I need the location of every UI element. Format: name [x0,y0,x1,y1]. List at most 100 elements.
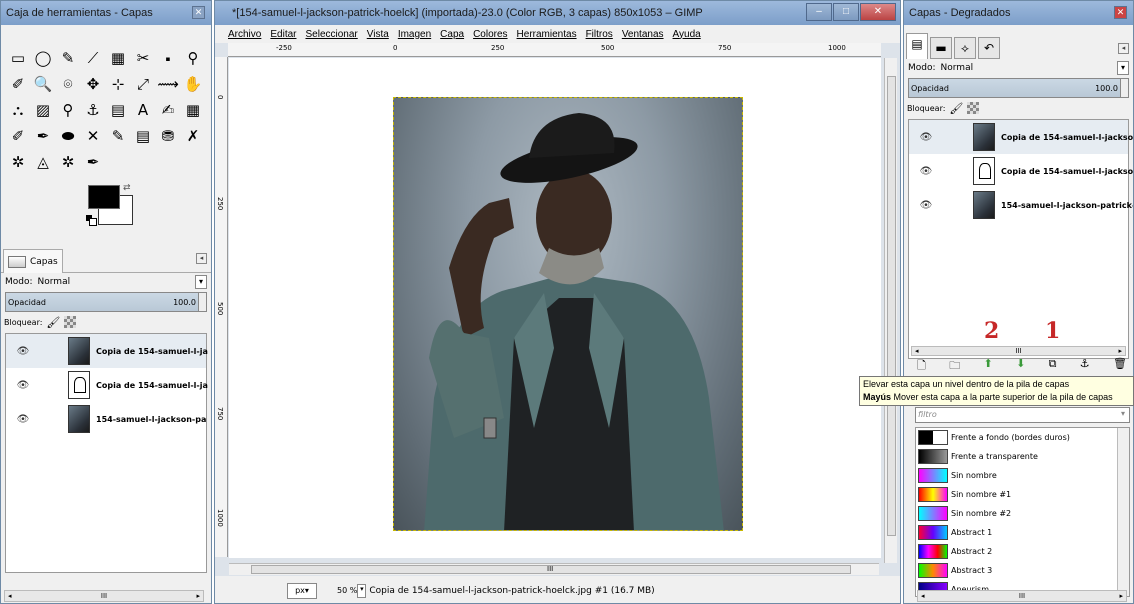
menu-filtros[interactable]: Filtros [586,29,613,40]
tab-capas[interactable]: Capas [3,249,63,273]
tool-icon[interactable]: ⚲ [57,99,79,121]
menu-imagen[interactable]: Imagen [398,29,431,40]
gradient-hscrollbar[interactable]: ◂ III ▸ [917,590,1127,602]
gradient-scrollbar[interactable] [1117,428,1129,596]
scrollbar-thumb[interactable] [887,76,896,536]
tab-channels-icon[interactable]: ▬ [930,37,952,59]
menu-editar[interactable]: Editar [270,29,296,40]
tool-icon[interactable]: ✒ [82,151,104,173]
gradient-filter-input[interactable]: filtro ▾ [915,407,1130,423]
tool-icon[interactable]: ✋ [182,73,204,95]
lock-alpha-icon[interactable] [64,316,77,328]
lock-alpha-icon[interactable] [967,102,980,114]
tool-icon[interactable]: ✐ [7,73,29,95]
gradient-item[interactable]: Abstract 2 [916,542,1129,561]
toolbox-close-button[interactable]: ✕ [192,6,205,19]
opacity-spinner[interactable] [198,293,206,311]
tool-icon[interactable]: ◯ [32,47,54,69]
new-layer-icon[interactable]: 🗋 [917,357,926,376]
layer-row[interactable]: 👁 Copia de 154-samuel-l-ja [6,368,208,402]
visibility-eye-icon[interactable]: 👁 [919,166,933,177]
new-group-icon[interactable]: 🗀 [949,357,960,376]
scroll-right-icon[interactable]: ▸ [1119,592,1123,600]
visibility-eye-icon[interactable]: 👁 [16,380,30,391]
tool-icon[interactable]: ⛬ [7,99,29,121]
swap-colors-icon[interactable]: ⇄ [123,183,131,193]
minimize-button[interactable]: – [806,3,832,21]
vertical-ruler[interactable]: 0 250 500 750 1000 [215,57,228,557]
tab-layers-icon[interactable]: ▤ [906,33,928,59]
layers-titlebar[interactable]: Capas - Degradados ✕ [904,1,1133,25]
close-button[interactable]: ✕ [860,3,896,21]
visibility-eye-icon[interactable]: 👁 [919,200,933,211]
foreground-color-swatch[interactable] [88,185,120,209]
tool-icon[interactable]: ⊹ [107,73,129,95]
tool-icon[interactable]: ⌾ [57,73,79,95]
tool-icon[interactable]: A [132,99,154,121]
toolbox-titlebar[interactable]: Caja de herramientas - Capas ✕ [1,1,211,25]
gradient-item[interactable]: Frente a transparente [916,447,1129,466]
mode-value[interactable]: Normal [941,63,974,73]
visibility-eye-icon[interactable]: 👁 [16,414,30,425]
tool-icon[interactable]: ⛃ [157,125,179,147]
menu-ventanas[interactable]: Ventanas [622,29,664,40]
zoom-value[interactable]: 50 % [337,586,357,595]
filter-dropdown-icon[interactable]: ▾ [1117,408,1129,422]
menu-archivo[interactable]: Archivo [228,29,261,40]
zoom-dropdown-icon[interactable]: ▾ [357,583,367,598]
layer-row[interactable]: 👁 154-samuel-l-jackson-pa [6,402,206,436]
tool-icon[interactable]: ▭ [7,47,29,69]
scroll-left-icon[interactable]: ◂ [921,592,925,600]
scroll-right-icon[interactable]: ▸ [196,592,200,600]
scroll-right-icon[interactable]: ▸ [1118,347,1122,355]
menu-seleccionar[interactable]: Seleccionar [305,29,357,40]
lower-layer-icon[interactable]: ⬇ [1016,357,1025,376]
tool-icon[interactable]: ▦ [107,47,129,69]
scroll-left-icon[interactable]: ◂ [915,347,919,355]
tool-icon[interactable]: ◬ [32,151,54,173]
menu-colores[interactable]: Colores [473,29,507,40]
layers-close-button[interactable]: ✕ [1114,6,1127,19]
tool-icon[interactable]: ▤ [107,99,129,121]
tool-icon[interactable]: ⟋ [82,47,104,69]
tool-icon[interactable]: ✂ [132,47,154,69]
tab-paths-icon[interactable]: ⟡ [954,37,976,59]
tool-icon[interactable]: ⟿ [157,73,179,95]
default-colors-icon[interactable] [86,215,97,226]
tool-icon[interactable]: ⬬ [57,125,79,147]
tool-icon[interactable]: 🔍 [32,73,54,95]
duplicate-layer-icon[interactable]: ⧉ [1049,357,1057,376]
gradient-item[interactable]: Sin nombre #2 [916,504,1129,523]
opacity-slider[interactable]: Opacidad 100.0 [5,292,207,312]
tool-icon[interactable]: ✲ [7,151,29,173]
gradient-item[interactable]: Abstract 1 [916,523,1129,542]
horizontal-scrollbar[interactable]: III [229,563,879,575]
tool-icon[interactable]: ✐ [7,125,29,147]
image-titlebar[interactable]: *[154-samuel-l-jackson-patrick-hoelck] (… [215,1,900,25]
tool-icon[interactable]: ✗ [182,125,204,147]
tool-icon[interactable]: ✎ [57,47,79,69]
menu-ayuda[interactable]: Ayuda [673,29,701,40]
maximize-button[interactable]: □ [833,3,859,21]
menu-herramientas[interactable]: Herramientas [517,29,577,40]
tool-icon[interactable]: ✲ [57,151,79,173]
gradient-item[interactable]: Abstract 3 [916,561,1129,580]
portrait-photo[interactable] [393,97,743,531]
unit-selector[interactable]: px▾ [287,582,317,599]
mode-dropdown-icon[interactable]: ▾ [1117,61,1129,75]
gradient-item[interactable]: Sin nombre [916,466,1129,485]
mode-value[interactable]: Normal [38,277,71,287]
lock-pixels-icon[interactable]: 🖌 [949,102,963,115]
opacity-slider[interactable]: Opacidad 100.0 [908,78,1129,98]
menu-capa[interactable]: Capa [440,29,464,40]
tool-icon[interactable]: ✕ [82,125,104,147]
tab-menu-icon[interactable]: ◂ [196,253,207,264]
tool-icon[interactable]: ✥ [82,73,104,95]
scroll-left-icon[interactable]: ◂ [8,592,12,600]
tool-icon[interactable]: 🞍 [157,47,179,69]
opacity-spinner[interactable] [1120,79,1128,97]
image-canvas[interactable] [229,58,881,558]
toolbox-hscrollbar[interactable]: ◂ III ▸ [4,590,204,602]
layer-row[interactable]: 👁 Copia de 154-samuel-l-ja [6,334,208,368]
delete-layer-icon[interactable]: 🗑 [1113,357,1127,376]
